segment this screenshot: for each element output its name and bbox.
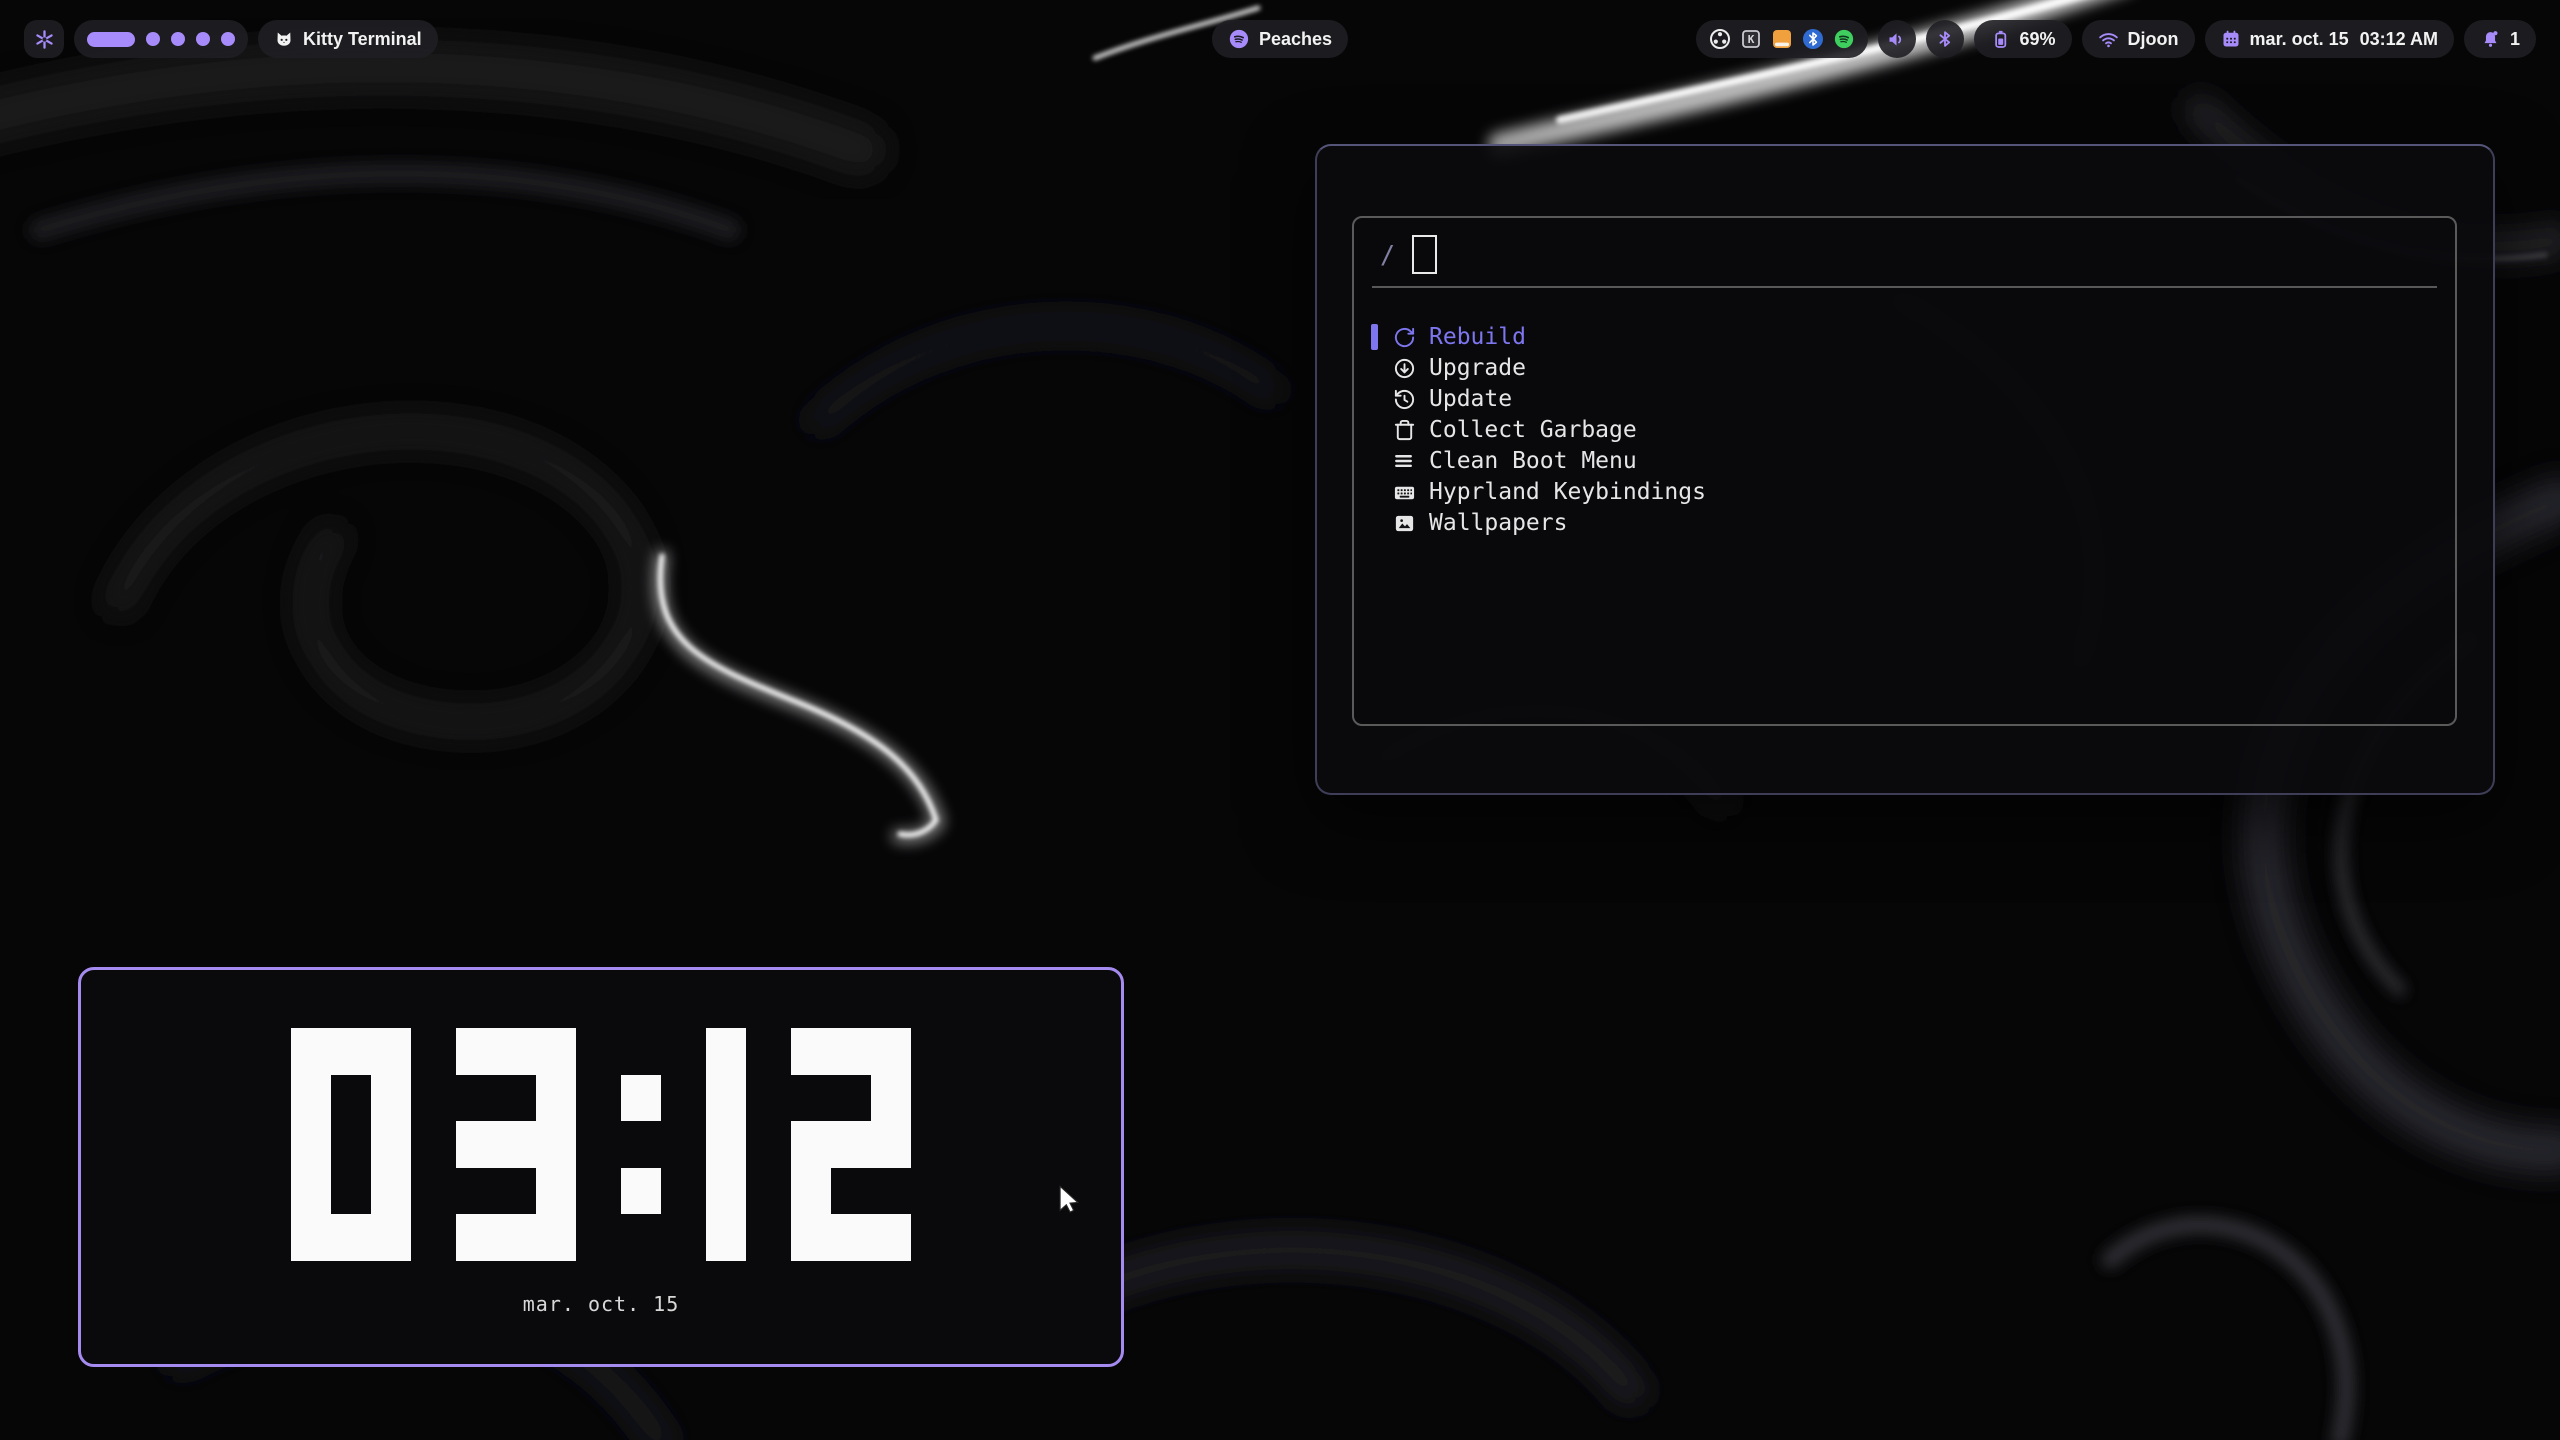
menu-item-rebuild[interactable]: Rebuild (1371, 324, 2455, 350)
workspace-dot[interactable] (196, 32, 210, 46)
search-input[interactable]: / (1354, 222, 2455, 286)
cat-icon (274, 29, 294, 49)
menu-item-label: Clean Boot Menu (1429, 448, 1637, 474)
bell-icon (2480, 29, 2501, 50)
launcher-menu-list: Rebuild Upgrade Update (1354, 324, 2455, 536)
calendar-icon (2221, 29, 2241, 49)
selection-bar (1371, 324, 1378, 350)
speaker-icon (1886, 29, 1907, 50)
selection-bar (1371, 448, 1378, 474)
selection-bar (1371, 479, 1378, 505)
bluetooth-tray-icon[interactable] (1802, 28, 1824, 50)
menu-item-label: Rebuild (1429, 324, 1526, 350)
menu-item-clean-boot-menu[interactable]: Clean Boot Menu (1371, 448, 2455, 474)
wifi-icon (2098, 29, 2119, 50)
media-track-title: Peaches (1259, 29, 1332, 50)
clock-digit (791, 1028, 911, 1261)
selection-bar (1371, 417, 1378, 443)
notification-count: 1 (2510, 29, 2520, 50)
search-prompt: / (1380, 240, 1395, 269)
network-ssid: Djoon (2128, 29, 2179, 50)
active-window-module: Kitty Terminal (258, 20, 438, 58)
keyboard-icon (1393, 481, 1416, 504)
clock-digit (706, 1028, 746, 1261)
clock-digit (621, 1028, 661, 1261)
app-launcher-button[interactable] (24, 20, 64, 58)
files-orange-tray-icon[interactable] (1771, 28, 1793, 50)
list-icon (1393, 450, 1416, 473)
spotify-icon (1228, 28, 1250, 50)
update-icon (1393, 388, 1416, 411)
spotify-tray-icon[interactable] (1833, 28, 1855, 50)
clock-digits (291, 1028, 911, 1261)
selection-bar (1371, 386, 1378, 412)
menu-item-collect-garbage[interactable]: Collect Garbage (1371, 417, 2455, 443)
text-cursor (1412, 235, 1437, 274)
system-tray: K (1696, 20, 1868, 58)
menu-item-label: Upgrade (1429, 355, 1526, 381)
upgrade-icon (1393, 357, 1416, 380)
trash-icon (1393, 419, 1416, 442)
active-window-title: Kitty Terminal (303, 29, 422, 50)
menu-item-label: Collect Garbage (1429, 417, 1637, 443)
battery-percent: 69% (2020, 29, 2056, 50)
clock-date: mar. oct. 15 (523, 1292, 680, 1316)
workspace-dot[interactable] (171, 32, 185, 46)
bar-date: mar. oct. 15 (2250, 29, 2349, 50)
workspaces-module (74, 20, 248, 58)
svg-text:K: K (1747, 33, 1754, 46)
launcher-window: / Rebuild Upgrade (1315, 144, 2495, 795)
keepassxc-tray-icon[interactable]: K (1740, 28, 1762, 50)
menu-item-wallpapers[interactable]: Wallpapers (1371, 510, 2455, 536)
datetime-module[interactable]: mar. oct. 15 03:12 AM (2205, 20, 2454, 58)
menu-item-upgrade[interactable]: Upgrade (1371, 355, 2455, 381)
obs-tray-icon[interactable] (1709, 28, 1731, 50)
launcher-inner-box: / Rebuild Upgrade (1352, 216, 2457, 726)
top-bar: Kitty Terminal Peaches (24, 20, 2536, 58)
nix-snowflake-icon (34, 29, 55, 50)
clock-digit (456, 1028, 576, 1261)
workspace-active-pill[interactable] (87, 32, 135, 47)
battery-icon (1990, 29, 2011, 50)
menu-item-hyprland-keybindings[interactable]: Hyprland Keybindings (1371, 479, 2455, 505)
search-separator (1372, 286, 2437, 288)
bluetooth-module[interactable] (1926, 20, 1964, 58)
selection-bar (1371, 355, 1378, 381)
rebuild-icon (1393, 326, 1416, 349)
menu-item-update[interactable]: Update (1371, 386, 2455, 412)
image-icon (1393, 512, 1416, 535)
workspace-dot[interactable] (221, 32, 235, 46)
workspace-dot[interactable] (146, 32, 160, 46)
menu-item-label: Update (1429, 386, 1512, 412)
mouse-cursor (1055, 1185, 1083, 1215)
clock-digit (291, 1028, 411, 1261)
menu-item-label: Hyprland Keybindings (1429, 479, 1706, 505)
bar-time: 03:12 AM (2360, 29, 2438, 50)
menu-item-label: Wallpapers (1429, 510, 1567, 536)
bluetooth-icon (1935, 29, 1955, 49)
clock-widget: mar. oct. 15 (78, 967, 1124, 1367)
battery-module[interactable]: 69% (1974, 20, 2072, 58)
volume-module[interactable] (1878, 20, 1916, 58)
network-module[interactable]: Djoon (2082, 20, 2195, 58)
media-player-module[interactable]: Peaches (1212, 20, 1348, 58)
selection-bar (1371, 510, 1378, 536)
notifications-module[interactable]: 1 (2464, 20, 2536, 58)
